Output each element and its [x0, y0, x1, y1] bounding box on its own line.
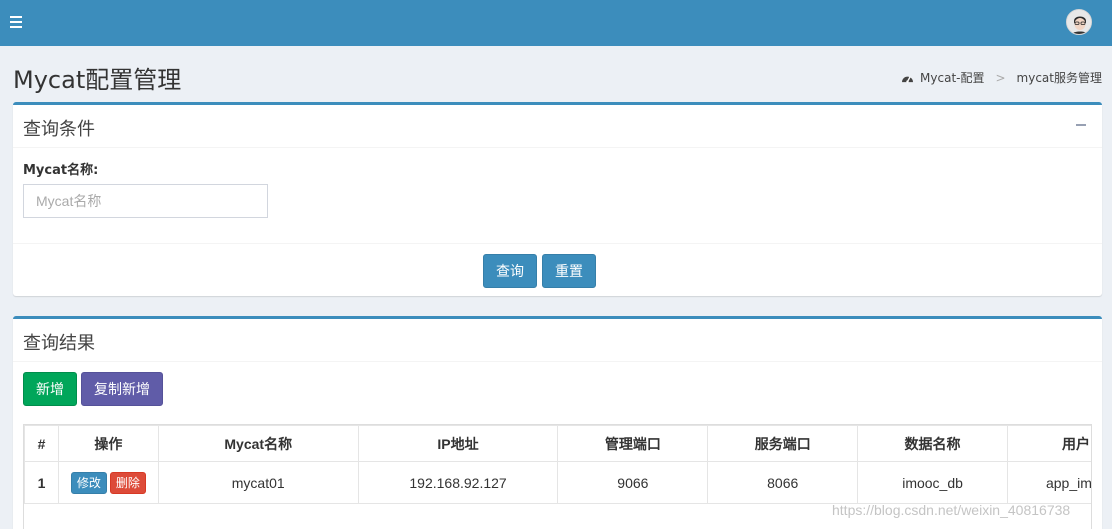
dashboard-icon — [902, 76, 914, 83]
page-title: Mycat配置管理 — [13, 66, 182, 94]
cell-service-port: 8066 — [707, 461, 859, 504]
breadcrumb-separator: > — [995, 70, 1006, 85]
query-box: 查询条件 Mycat名称: 查询 重置 — [13, 102, 1102, 296]
cell-mycat-name: mycat01 — [157, 461, 359, 504]
delete-button[interactable]: 删除 — [109, 471, 146, 494]
cell-db-name: imooc_db — [857, 461, 1008, 504]
add-button[interactable]: 新增 — [23, 372, 77, 406]
cell-ip: 192.168.92.127 — [357, 461, 559, 504]
menu-icon[interactable] — [10, 13, 28, 31]
mycat-name-label: Mycat名称: — [23, 163, 99, 178]
column-header[interactable]: Mycat名称 — [157, 425, 359, 462]
avatar[interactable] — [1066, 9, 1092, 35]
table-header-row: # 操作 Mycat名称 IP地址 管理端口 服务端口 数据名称 用户 — [24, 425, 1091, 462]
query-box-footer: 查询 重置 — [13, 243, 1102, 298]
result-box: 查询结果 新增 复制新增 # 操作 Mycat名称 IP地址 管理端口 服务端口… — [13, 316, 1102, 529]
copy-add-button[interactable]: 复制新增 — [81, 372, 163, 406]
query-box-title: 查询条件 — [23, 119, 95, 140]
cell-user: app_im — [1006, 461, 1091, 504]
watermark: https://blog.csdn.net/weixin_40816738 — [832, 502, 1071, 518]
breadcrumb-item-config[interactable]: Mycat-配置 — [920, 69, 984, 86]
column-header[interactable]: 服务端口 — [707, 425, 859, 462]
reset-button[interactable]: 重置 — [542, 254, 596, 288]
edit-button[interactable]: 修改 — [70, 471, 107, 494]
result-box-title: 查询结果 — [23, 333, 95, 354]
column-header[interactable]: 数据名称 — [857, 425, 1008, 462]
cell-mgmt-port: 9066 — [557, 461, 709, 504]
column-header[interactable]: 用户 — [1006, 425, 1091, 462]
top-navbar — [0, 0, 1112, 46]
column-header[interactable]: IP地址 — [357, 425, 559, 462]
breadcrumb-item-service: mycat服务管理 — [1016, 71, 1102, 85]
collapse-icon[interactable] — [1076, 124, 1086, 126]
mycat-name-input[interactable] — [23, 184, 268, 218]
column-header: 操作 — [57, 425, 159, 462]
breadcrumb: Mycat-配置 > mycat服务管理 — [901, 69, 1102, 86]
query-button[interactable]: 查询 — [483, 254, 537, 288]
table-row[interactable]: 1 修改 删除 mycat01 192.168.92.127 9066 8066 … — [24, 461, 1091, 504]
result-box-header: 查询结果 — [13, 319, 1102, 362]
query-box-header: 查询条件 — [13, 105, 1102, 148]
column-header[interactable]: 管理端口 — [557, 425, 709, 462]
column-header[interactable]: # — [24, 425, 59, 462]
row-actions: 修改 删除 — [57, 461, 159, 504]
row-index: 1 — [24, 461, 59, 504]
result-table: # 操作 Mycat名称 IP地址 管理端口 服务端口 数据名称 用户 1 修改… — [24, 425, 1091, 504]
